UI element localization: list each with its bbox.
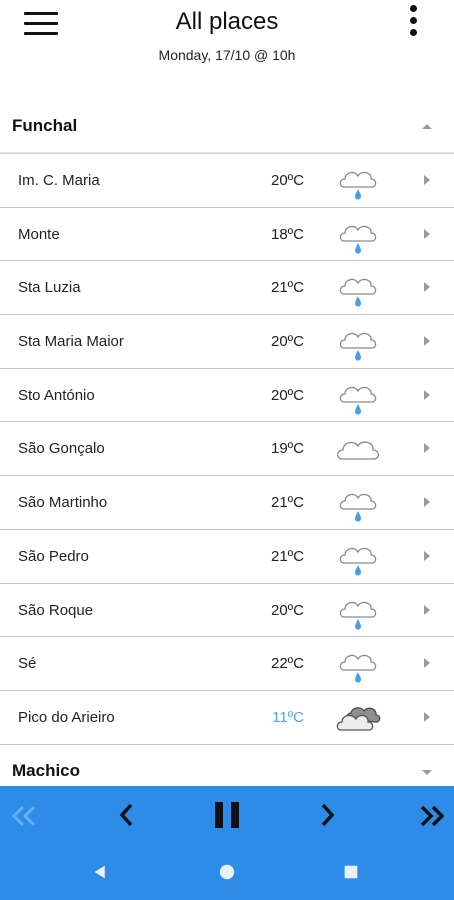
first-icon — [11, 805, 36, 827]
chevron-right-icon — [424, 282, 430, 293]
place-row[interactable]: Sta Maria Maior 20ºC — [0, 315, 454, 369]
place-row[interactable]: Sé 22ºC — [0, 637, 454, 691]
rain-cloud-icon — [336, 161, 382, 201]
place-row[interactable]: Pico do Arieiro 11ºC — [0, 690, 454, 745]
forecast-time: Monday, 17/10 @ 10h — [158, 47, 296, 63]
place-name: São Pedro — [18, 547, 89, 565]
dark-clouds-icon — [336, 698, 382, 738]
pause-icon[interactable] — [213, 800, 241, 830]
chevron-right-icon — [424, 497, 430, 508]
place-name: São Martinho — [18, 494, 108, 512]
temperature: 21ºC — [271, 494, 304, 512]
place-name: São Gonçalo — [18, 440, 105, 458]
group-name: Machico — [12, 760, 81, 780]
playback-bar — [0, 786, 454, 900]
place-name: São Roque — [18, 601, 94, 619]
recents-nav-icon[interactable] — [344, 865, 358, 879]
chevron-right-icon — [424, 443, 430, 454]
temperature: 18ºC — [271, 225, 304, 243]
chevron-right-icon — [424, 711, 430, 722]
chevron-right-icon — [424, 658, 430, 669]
place-row[interactable]: Sta Luzia 21ºC — [0, 261, 454, 316]
rain-cloud-icon — [336, 322, 382, 362]
rain-cloud-icon — [336, 215, 382, 255]
group-name: Funchal — [12, 116, 78, 135]
rain-cloud-icon — [336, 644, 382, 684]
temperature: 20ºC — [271, 172, 304, 189]
places-list: Funchal Im. C. Maria 20ºC Monte 18ºC Sta Luz… — [0, 100, 454, 789]
back-nav-icon[interactable] — [92, 864, 108, 880]
temperature: 20ºC — [271, 333, 304, 351]
place-name: Sta Luzia — [18, 279, 81, 297]
group-header-funchal[interactable]: Funchal — [0, 100, 454, 152]
place-name: Sé — [18, 655, 37, 673]
group-header-machico[interactable]: Machico — [0, 745, 454, 789]
place-row[interactable]: Im. C. Maria 20ºC — [0, 154, 454, 208]
rain-cloud-icon — [336, 591, 382, 631]
temperature: 11ºC — [272, 708, 304, 726]
chevron-right-icon — [424, 175, 430, 185]
chevron-right-icon — [424, 336, 430, 347]
next-icon[interactable] — [318, 802, 338, 828]
rain-cloud-icon — [336, 537, 382, 577]
temperature: 21ºC — [271, 547, 304, 565]
more-options-icon[interactable] — [404, 4, 424, 38]
place-name: Sto António — [18, 386, 95, 404]
place-name: Sta Maria Maior — [18, 333, 124, 351]
chevron-up-icon — [422, 124, 432, 129]
chevron-right-icon — [424, 604, 430, 615]
rain-cloud-icon — [336, 483, 382, 523]
cloud-icon — [336, 429, 382, 469]
temperature: 20ºC — [271, 601, 304, 619]
temperature: 20ºC — [271, 386, 304, 404]
place-row[interactable]: São Gonçalo 19ºC — [0, 422, 454, 477]
chevron-right-icon — [424, 228, 430, 239]
rain-cloud-icon — [336, 376, 382, 416]
place-row[interactable]: São Pedro 21ºC — [0, 529, 454, 584]
place-rows: Im. C. Maria 20ºC Monte 18ºC Sta Luzia 21ºC St… — [0, 154, 454, 745]
home-nav-icon[interactable] — [218, 863, 236, 881]
chevron-down-icon — [422, 769, 432, 775]
temperature: 19ºC — [271, 440, 304, 458]
place-row[interactable]: São Martinho 21ºC — [0, 476, 454, 530]
chevron-right-icon — [424, 389, 430, 400]
place-row[interactable]: Sto António 20ºC — [0, 368, 454, 423]
temperature: 22ºC — [271, 655, 304, 673]
temperature: 21ºC — [271, 279, 304, 297]
last-icon[interactable] — [416, 804, 446, 828]
place-name: Pico do Arieiro — [18, 708, 115, 726]
app-bar: All places Monday, 17/10 @ 10h — [0, 0, 454, 80]
place-row[interactable]: São Roque 20ºC — [0, 583, 454, 638]
previous-icon[interactable] — [116, 802, 136, 828]
place-name: Im. C. Maria — [18, 172, 100, 189]
chevron-right-icon — [424, 550, 430, 561]
rain-cloud-icon — [336, 268, 382, 308]
place-name: Monte — [18, 225, 60, 243]
place-row[interactable]: Monte 18ºC — [0, 207, 454, 262]
page-title: All places — [175, 8, 279, 35]
